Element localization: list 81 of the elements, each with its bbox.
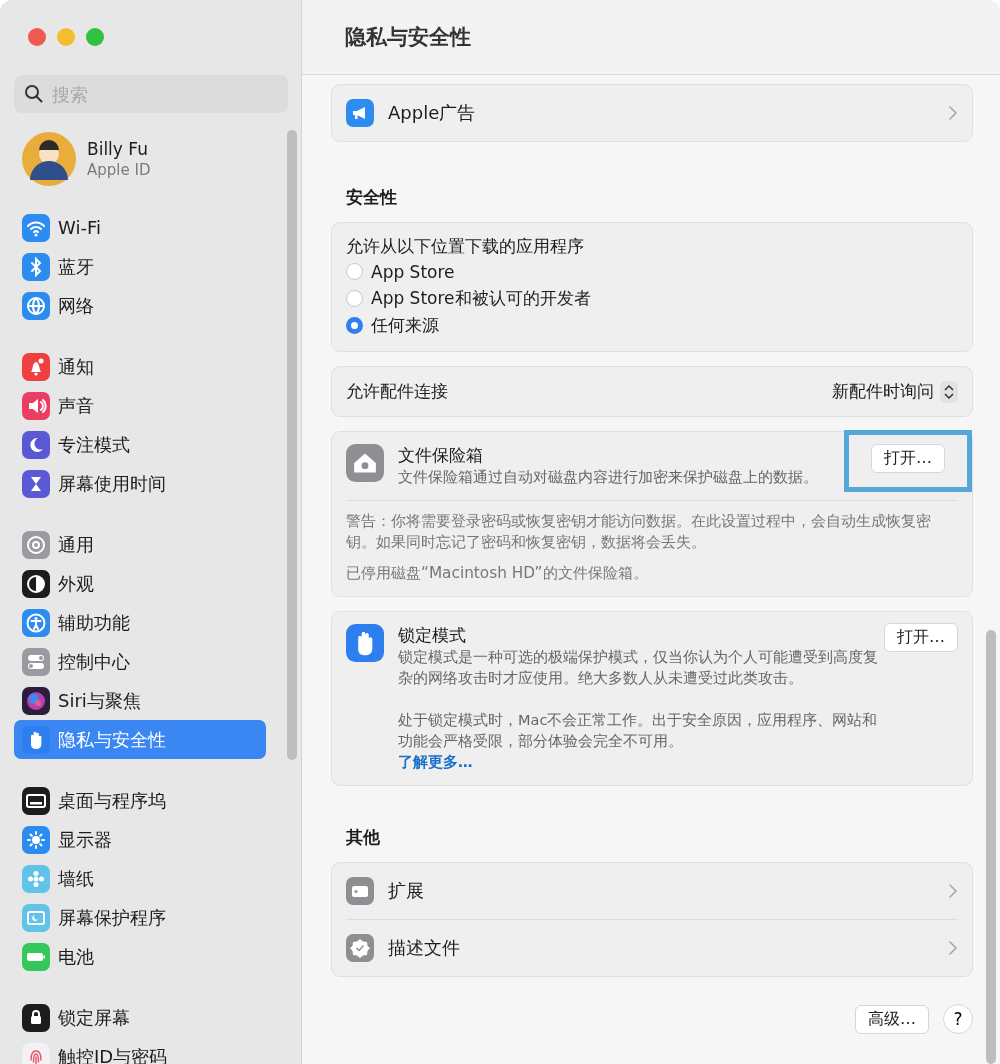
list-row[interactable]: Apple广告: [332, 85, 972, 141]
padlock-icon: [22, 1003, 50, 1032]
contrast-icon: [22, 569, 50, 598]
radio-button[interactable]: [346, 263, 363, 280]
account-name: Billy Fu: [87, 139, 149, 159]
feature-title: 锁定模式: [398, 624, 467, 647]
feature-note: 处于锁定模式时，Mac不会正常工作。出于安全原因，应用程序、网站和功能会严格受限，部分体验会完全不可用。: [398, 711, 879, 751]
help-button[interactable]: ?: [943, 1004, 973, 1034]
advanced-button[interactable]: 高级…: [855, 1004, 929, 1034]
setting-label: 允许从以下位置下载的应用程序: [346, 235, 585, 258]
feature-description: 锁定模式是一种可选的极端保护模式，仅当你认为个人可能遭受到高度复杂的网络攻击时才应使用。绝大多数人从未遭受过此类攻击。: [398, 648, 879, 688]
scrollbar[interactable]: [986, 630, 996, 1064]
hand-icon: [22, 725, 50, 754]
sidebar-item[interactable]: Wi-Fi: [14, 208, 266, 247]
sidebar-item[interactable]: 通知: [14, 347, 266, 386]
sidebar-item[interactable]: 屏幕使用时间: [14, 464, 266, 503]
radio-label[interactable]: App Store和被认可的开发者: [371, 287, 591, 310]
hand-icon: [346, 624, 384, 662]
sidebar-item[interactable]: 网络: [14, 286, 266, 325]
house-safe-icon: [346, 444, 384, 482]
list-row[interactable]: 描述文件: [332, 920, 972, 976]
minimize-icon: [57, 28, 75, 46]
bluetooth-icon: [22, 252, 50, 281]
avatar: [22, 132, 76, 186]
flower-icon: [22, 864, 50, 893]
sidebar-item[interactable]: 辅助功能: [14, 603, 266, 642]
toggles-icon: [22, 647, 50, 676]
open-button[interactable]: 打开…: [884, 623, 958, 652]
globe-icon: [22, 291, 50, 320]
checkmark-badge-icon: [346, 934, 374, 962]
setting-label: 允许配件连接: [346, 380, 448, 403]
sidebar-item[interactable]: 蓝牙: [14, 247, 266, 286]
window-title: 隐私与安全性: [345, 24, 471, 51]
accessibility-icon: [22, 608, 50, 637]
sidebar-item[interactable]: 专注模式: [14, 425, 266, 464]
speaker-icon: [22, 391, 50, 420]
sidebar-item[interactable]: 电池: [14, 937, 266, 976]
status-text: 已停用磁盘“Macintosh HD”的文件保险箱。: [346, 563, 649, 584]
sidebar-item[interactable]: 控制中心: [14, 642, 266, 681]
sidebar-item[interactable]: 通用: [14, 525, 266, 564]
orb-icon: [22, 686, 50, 715]
fingerprint-icon: [22, 1042, 50, 1064]
chevron-icon: [948, 105, 958, 121]
sidebar-item[interactable]: 屏幕保护程序: [14, 898, 266, 937]
scrollbar[interactable]: [287, 130, 297, 760]
feature-title: 文件保险箱: [398, 444, 484, 467]
megaphone-icon: [346, 99, 374, 127]
screen-icon: [22, 903, 50, 932]
close-icon: [28, 28, 46, 46]
radio-button[interactable]: [346, 290, 363, 307]
bell-icon: [22, 352, 50, 381]
section-heading: 安全性: [346, 186, 398, 209]
feature-description: 文件保险箱通过自动对磁盘内容进行加密来保护磁盘上的数据。: [398, 468, 819, 487]
chevron-icon: [948, 940, 958, 956]
sidebar-item[interactable]: 外观: [14, 564, 266, 603]
sidebar-item[interactable]: 桌面与程序坞: [14, 781, 266, 820]
sun-icon: [22, 825, 50, 854]
zoom-icon: [86, 28, 104, 46]
dock-icon: [22, 786, 50, 815]
section-heading: 其他: [346, 826, 381, 849]
sidebar-item[interactable]: Siri与聚焦: [14, 681, 266, 720]
sidebar-item[interactable]: 隐私与安全性: [14, 720, 266, 759]
radio-button[interactable]: [346, 317, 363, 334]
chevron-icon: [948, 883, 958, 899]
radio-label[interactable]: App Store: [371, 261, 455, 282]
sidebar-item[interactable]: 声音: [14, 386, 266, 425]
radio-label[interactable]: 任何来源: [371, 314, 439, 337]
hourglass-icon: [22, 469, 50, 498]
open-button[interactable]: 打开…: [871, 444, 945, 473]
list-row[interactable]: 扩展: [332, 863, 972, 919]
learn-more-link[interactable]: 了解更多…: [398, 752, 870, 773]
battery-icon: [22, 942, 50, 971]
popup-button[interactable]: 新配件时询问: [832, 380, 958, 403]
sidebar-item[interactable]: 墙纸: [14, 859, 266, 898]
moon-icon: [22, 430, 50, 459]
warning-text: 警告：你将需要登录密码或恢复密钥才能访问数据。在此设置过程中，会自动生成恢复密钥。如果同时忘记了密码和恢复密钥，数据将会丢失。: [346, 511, 932, 553]
stepper-icon: [940, 380, 958, 403]
sidebar-item[interactable]: 锁定屏幕: [14, 998, 266, 1037]
account-subtitle: Apple ID: [87, 161, 151, 179]
wifi-icon: [22, 213, 50, 242]
sidebar-item[interactable]: 显示器: [14, 820, 266, 859]
